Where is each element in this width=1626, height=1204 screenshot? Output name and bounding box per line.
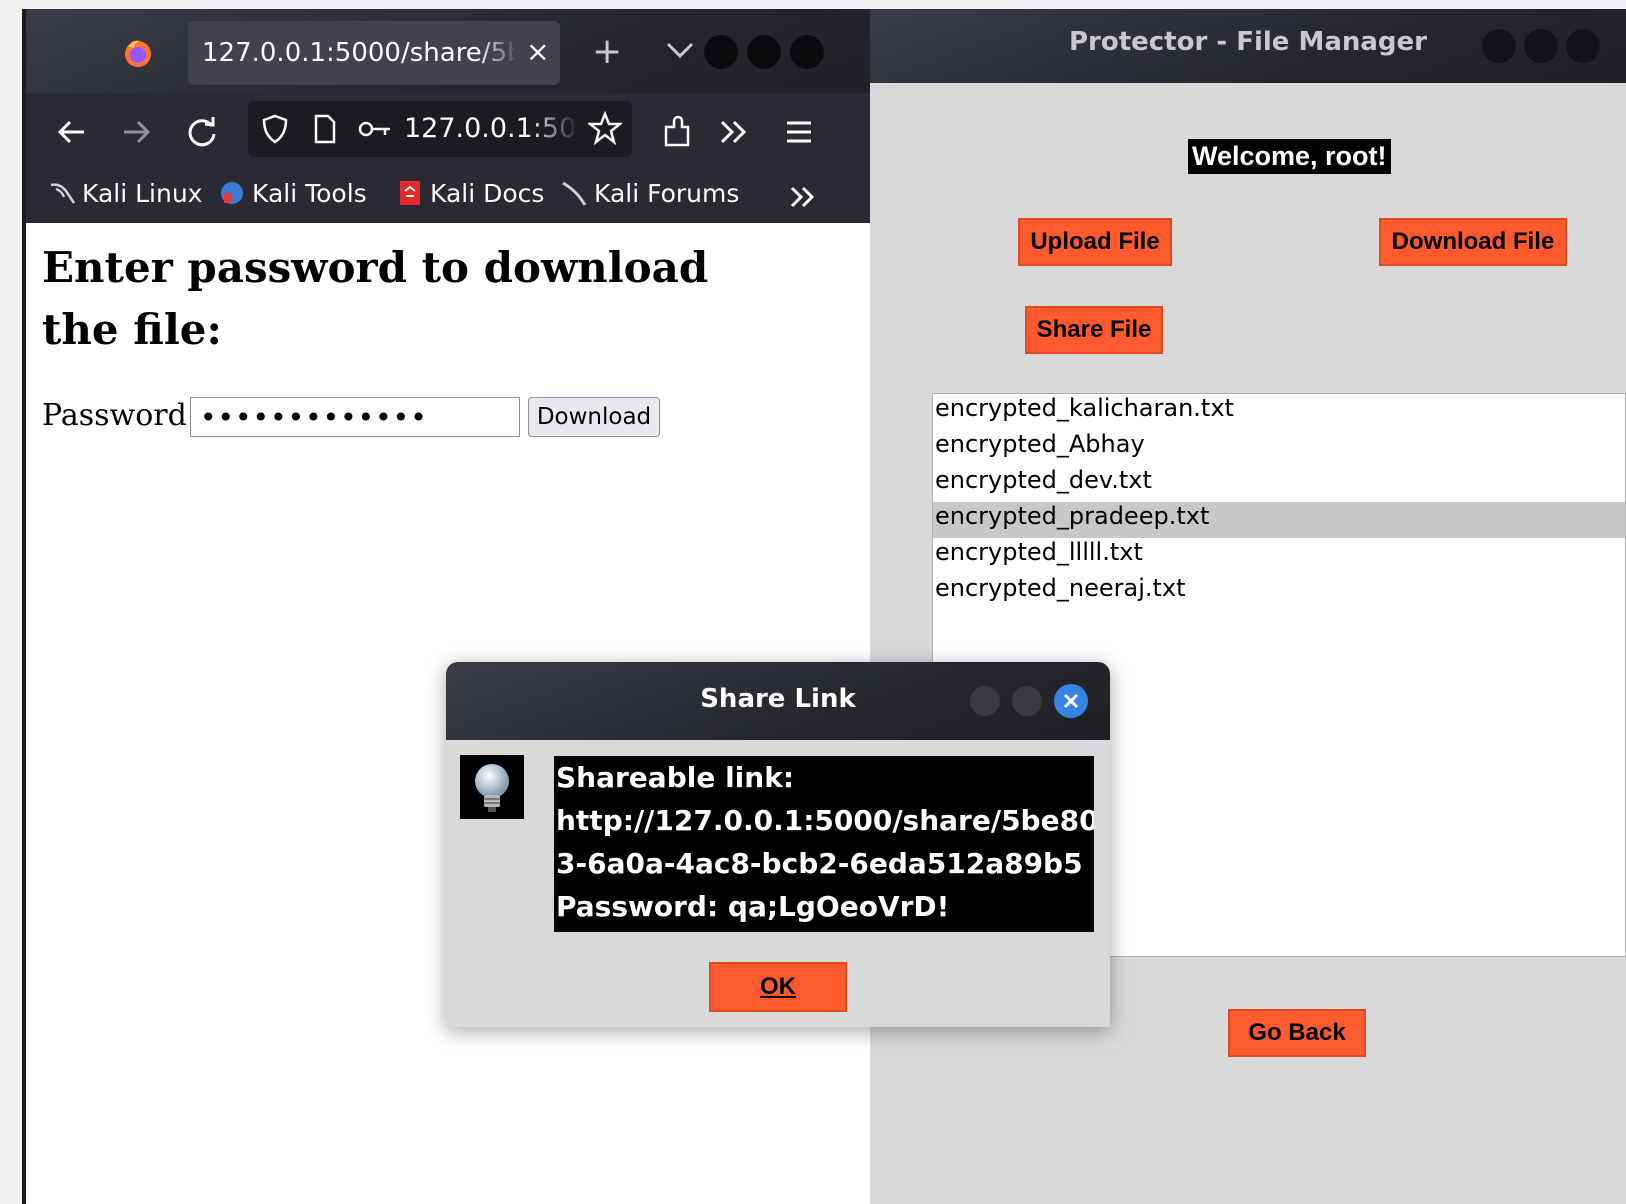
share-link-dialog: Share Link Shareable link: http://127.0.… — [446, 662, 1110, 1027]
tab-share-link[interactable]: 127.0.0.1:5000/share/5be8005 × — [188, 21, 560, 85]
back-arrow-icon[interactable] — [50, 111, 92, 153]
file-list-item[interactable]: encrypted_kalicharan.txt — [933, 394, 1625, 430]
navigation-toolbar: 127.0.0.1:5000/share — [26, 93, 870, 171]
key-icon[interactable] — [358, 117, 392, 141]
window-close-button[interactable] — [790, 35, 824, 69]
bookmark-kali-docs[interactable]: Kali Docs — [396, 179, 544, 215]
dialog-close-button[interactable] — [1054, 684, 1088, 718]
dialog-titlebar: Share Link — [446, 662, 1110, 740]
message-line-url-cont: 3-6a0a-4ac8-bcb2-6eda512a89b5 — [556, 847, 1083, 880]
overflow-chevrons-icon[interactable] — [712, 111, 754, 153]
share-link-message: Shareable link: http://127.0.0.1:5000/sh… — [554, 756, 1094, 932]
lightbulb-info-icon — [460, 755, 524, 819]
tab-title-fade — [478, 29, 518, 77]
chevron-down-icon[interactable] — [662, 35, 698, 65]
download-button[interactable]: Download — [528, 397, 660, 437]
share-file-button[interactable]: Share File — [1025, 306, 1163, 354]
dialog-title: Share Link — [700, 684, 856, 714]
dialog-maximize-button[interactable] — [1012, 686, 1042, 716]
file-list-item[interactable]: encrypted_neeraj.txt — [933, 574, 1625, 610]
file-manager-titlebar: Protector - File Manager — [870, 9, 1626, 83]
firefox-icon[interactable] — [122, 37, 154, 69]
message-line: Shareable link: — [556, 761, 795, 794]
url-bar[interactable]: 127.0.0.1:5000/share — [248, 101, 632, 157]
bookmark-label: Kali Docs — [430, 179, 545, 208]
tab-bar: 127.0.0.1:5000/share/5be8005 × + — [26, 9, 870, 93]
page-heading: Enter password to download the file: — [42, 243, 709, 354]
desktop-background — [0, 0, 1626, 9]
download-file-button[interactable]: Download File — [1379, 218, 1567, 266]
bookmark-star-icon[interactable] — [588, 111, 622, 145]
lightbulb-icon — [475, 764, 509, 812]
bookmark-label: Kali Linux — [82, 179, 203, 208]
kali-dragon-icon — [50, 183, 76, 204]
file-list-item-selected[interactable]: encrypted_pradeep.txt — [933, 502, 1625, 538]
welcome-label: Welcome, root! — [1188, 139, 1391, 174]
fm-close-button[interactable] — [1566, 29, 1600, 63]
window-minimize-button[interactable] — [704, 35, 738, 69]
extensions-icon[interactable] — [656, 111, 698, 153]
bookmark-label: Kali Tools — [252, 179, 367, 208]
fm-maximize-button[interactable] — [1524, 29, 1558, 63]
upload-file-button[interactable]: Upload File — [1018, 218, 1172, 266]
bookmarks-toolbar: Kali Linux Kali Tools Kali Docs Kali For… — [26, 171, 870, 223]
new-tab-plus-icon[interactable]: + — [592, 31, 622, 72]
kali-tools-icon — [221, 182, 243, 204]
bookmark-label: Kali Forums — [594, 179, 740, 208]
desktop-background-left — [0, 0, 22, 1204]
reload-icon[interactable] — [181, 111, 223, 153]
bookmark-kali-linux[interactable]: Kali Linux — [48, 179, 202, 215]
dialog-minimize-button[interactable] — [970, 686, 1000, 716]
window-maximize-button[interactable] — [747, 35, 781, 69]
forward-arrow-icon[interactable] — [116, 111, 158, 153]
ok-button[interactable]: OK — [709, 962, 847, 1012]
page-info-icon[interactable] — [312, 113, 338, 145]
tab-title: 127.0.0.1:5000/share/5be8005 — [202, 38, 514, 68]
bookmark-kali-forums[interactable]: Kali Forums — [560, 179, 739, 215]
file-list-item[interactable]: encrypted_lllll.txt — [933, 538, 1625, 574]
bookmark-kali-tools[interactable]: Kali Tools — [218, 179, 367, 215]
tab-close-icon[interactable]: × — [526, 35, 549, 68]
fm-minimize-button[interactable] — [1482, 29, 1516, 63]
go-back-button[interactable]: Go Back — [1228, 1009, 1366, 1057]
file-list-item[interactable]: encrypted_Abhay — [933, 430, 1625, 466]
password-masked-value: ••••••••••••• — [200, 401, 428, 434]
message-line-password: Password: qa;LgOeoVrD! — [556, 890, 950, 923]
url-fade — [528, 107, 578, 151]
message-line-url: http://127.0.0.1:5000/share/5be8005 — [556, 804, 1094, 837]
close-icon — [1063, 693, 1079, 709]
hamburger-menu-icon[interactable] — [778, 111, 820, 153]
bookmarks-overflow-icon[interactable] — [784, 179, 820, 215]
password-label: Password: — [42, 398, 197, 433]
file-list-item[interactable]: encrypted_dev.txt — [933, 466, 1625, 502]
kali-forums-dragon-icon — [562, 181, 587, 206]
shield-icon[interactable] — [260, 113, 290, 145]
kali-docs-icon — [400, 181, 420, 205]
